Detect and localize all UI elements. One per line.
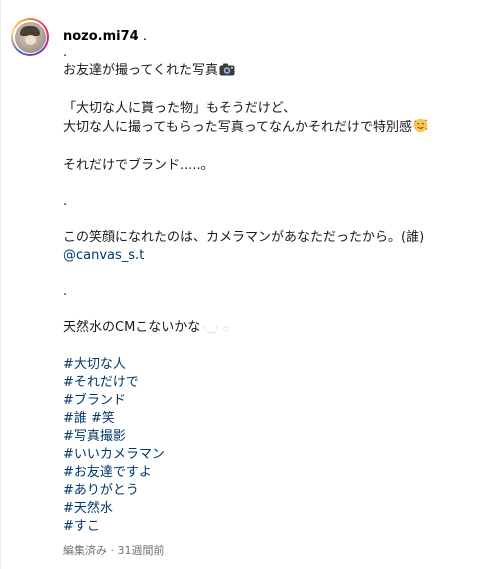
caption-line-dot: . (63, 194, 68, 209)
caption-line-dot: . (63, 45, 68, 60)
mention-link[interactable]: @canvas_s.t (63, 247, 483, 265)
username-suffix: . (138, 29, 147, 44)
avatar-border (13, 20, 47, 54)
camera-icon (219, 63, 235, 82)
caption-line: この笑顔になれたのは、カメラマンがあなただったから。(誰) (63, 230, 425, 245)
avatar-story-ring[interactable] (11, 18, 49, 56)
hashtag-link[interactable]: #すこ (63, 518, 483, 536)
caption-content: nozo.mi74 . . お友達が撮ってくれた写真 「大切な人に貰った物」もそ… (63, 25, 483, 536)
caption-line: お友達が撮ってくれた写真 (63, 62, 483, 82)
smiling-face-with-hearts-icon (413, 118, 428, 139)
post-meta-edited-time: 編集済み · 31週間前 (63, 544, 165, 557)
avatar[interactable] (14, 21, 46, 53)
hashtag-link[interactable]: #ありがとう (63, 482, 483, 500)
caption-line: 「大切な人に貰った物」もそうだけど、 (63, 101, 297, 116)
username-row: nozo.mi74 . (63, 25, 483, 44)
caption-text: 天然水のCMこないかな (63, 320, 201, 335)
hashtag-link[interactable]: #大切な人 (63, 356, 483, 374)
username-link[interactable]: nozo.mi74 (63, 29, 139, 44)
post-caption-panel: nozo.mi74 . . お友達が撮ってくれた写真 「大切な人に貰った物」もそ… (0, 0, 491, 569)
hashtag-link[interactable]: #いいカメラマン (63, 446, 483, 464)
caption-line: 天然水のCMこないかな ◦‿◦ ෆ (63, 319, 483, 338)
caption-text: お友達が撮ってくれた写真 (63, 63, 218, 78)
hashtag-link[interactable]: #誰 #笑 (63, 410, 483, 428)
avatar-face-shape (24, 34, 36, 45)
caption-line-dot: . (63, 284, 68, 299)
hashtag-link[interactable]: #ブランド (63, 392, 483, 410)
hashtag-link[interactable]: #それだけで (63, 374, 483, 392)
hashtag-link[interactable]: #お友達ですよ (63, 464, 483, 482)
hashtag-link[interactable]: #写真撮影 (63, 428, 483, 446)
caption-text: 大切な人に撮ってもらった写真ってなんかそれだけで特別感 (63, 120, 413, 135)
hashtag-link[interactable]: #天然水 (63, 500, 483, 518)
caption-line: それだけでブランド.....。 (63, 158, 214, 173)
faint-kaomoji: ◦‿◦ ෆ (202, 324, 230, 334)
caption-line: 大切な人に撮ってもらった写真ってなんかそれだけで特別感 (63, 118, 483, 139)
